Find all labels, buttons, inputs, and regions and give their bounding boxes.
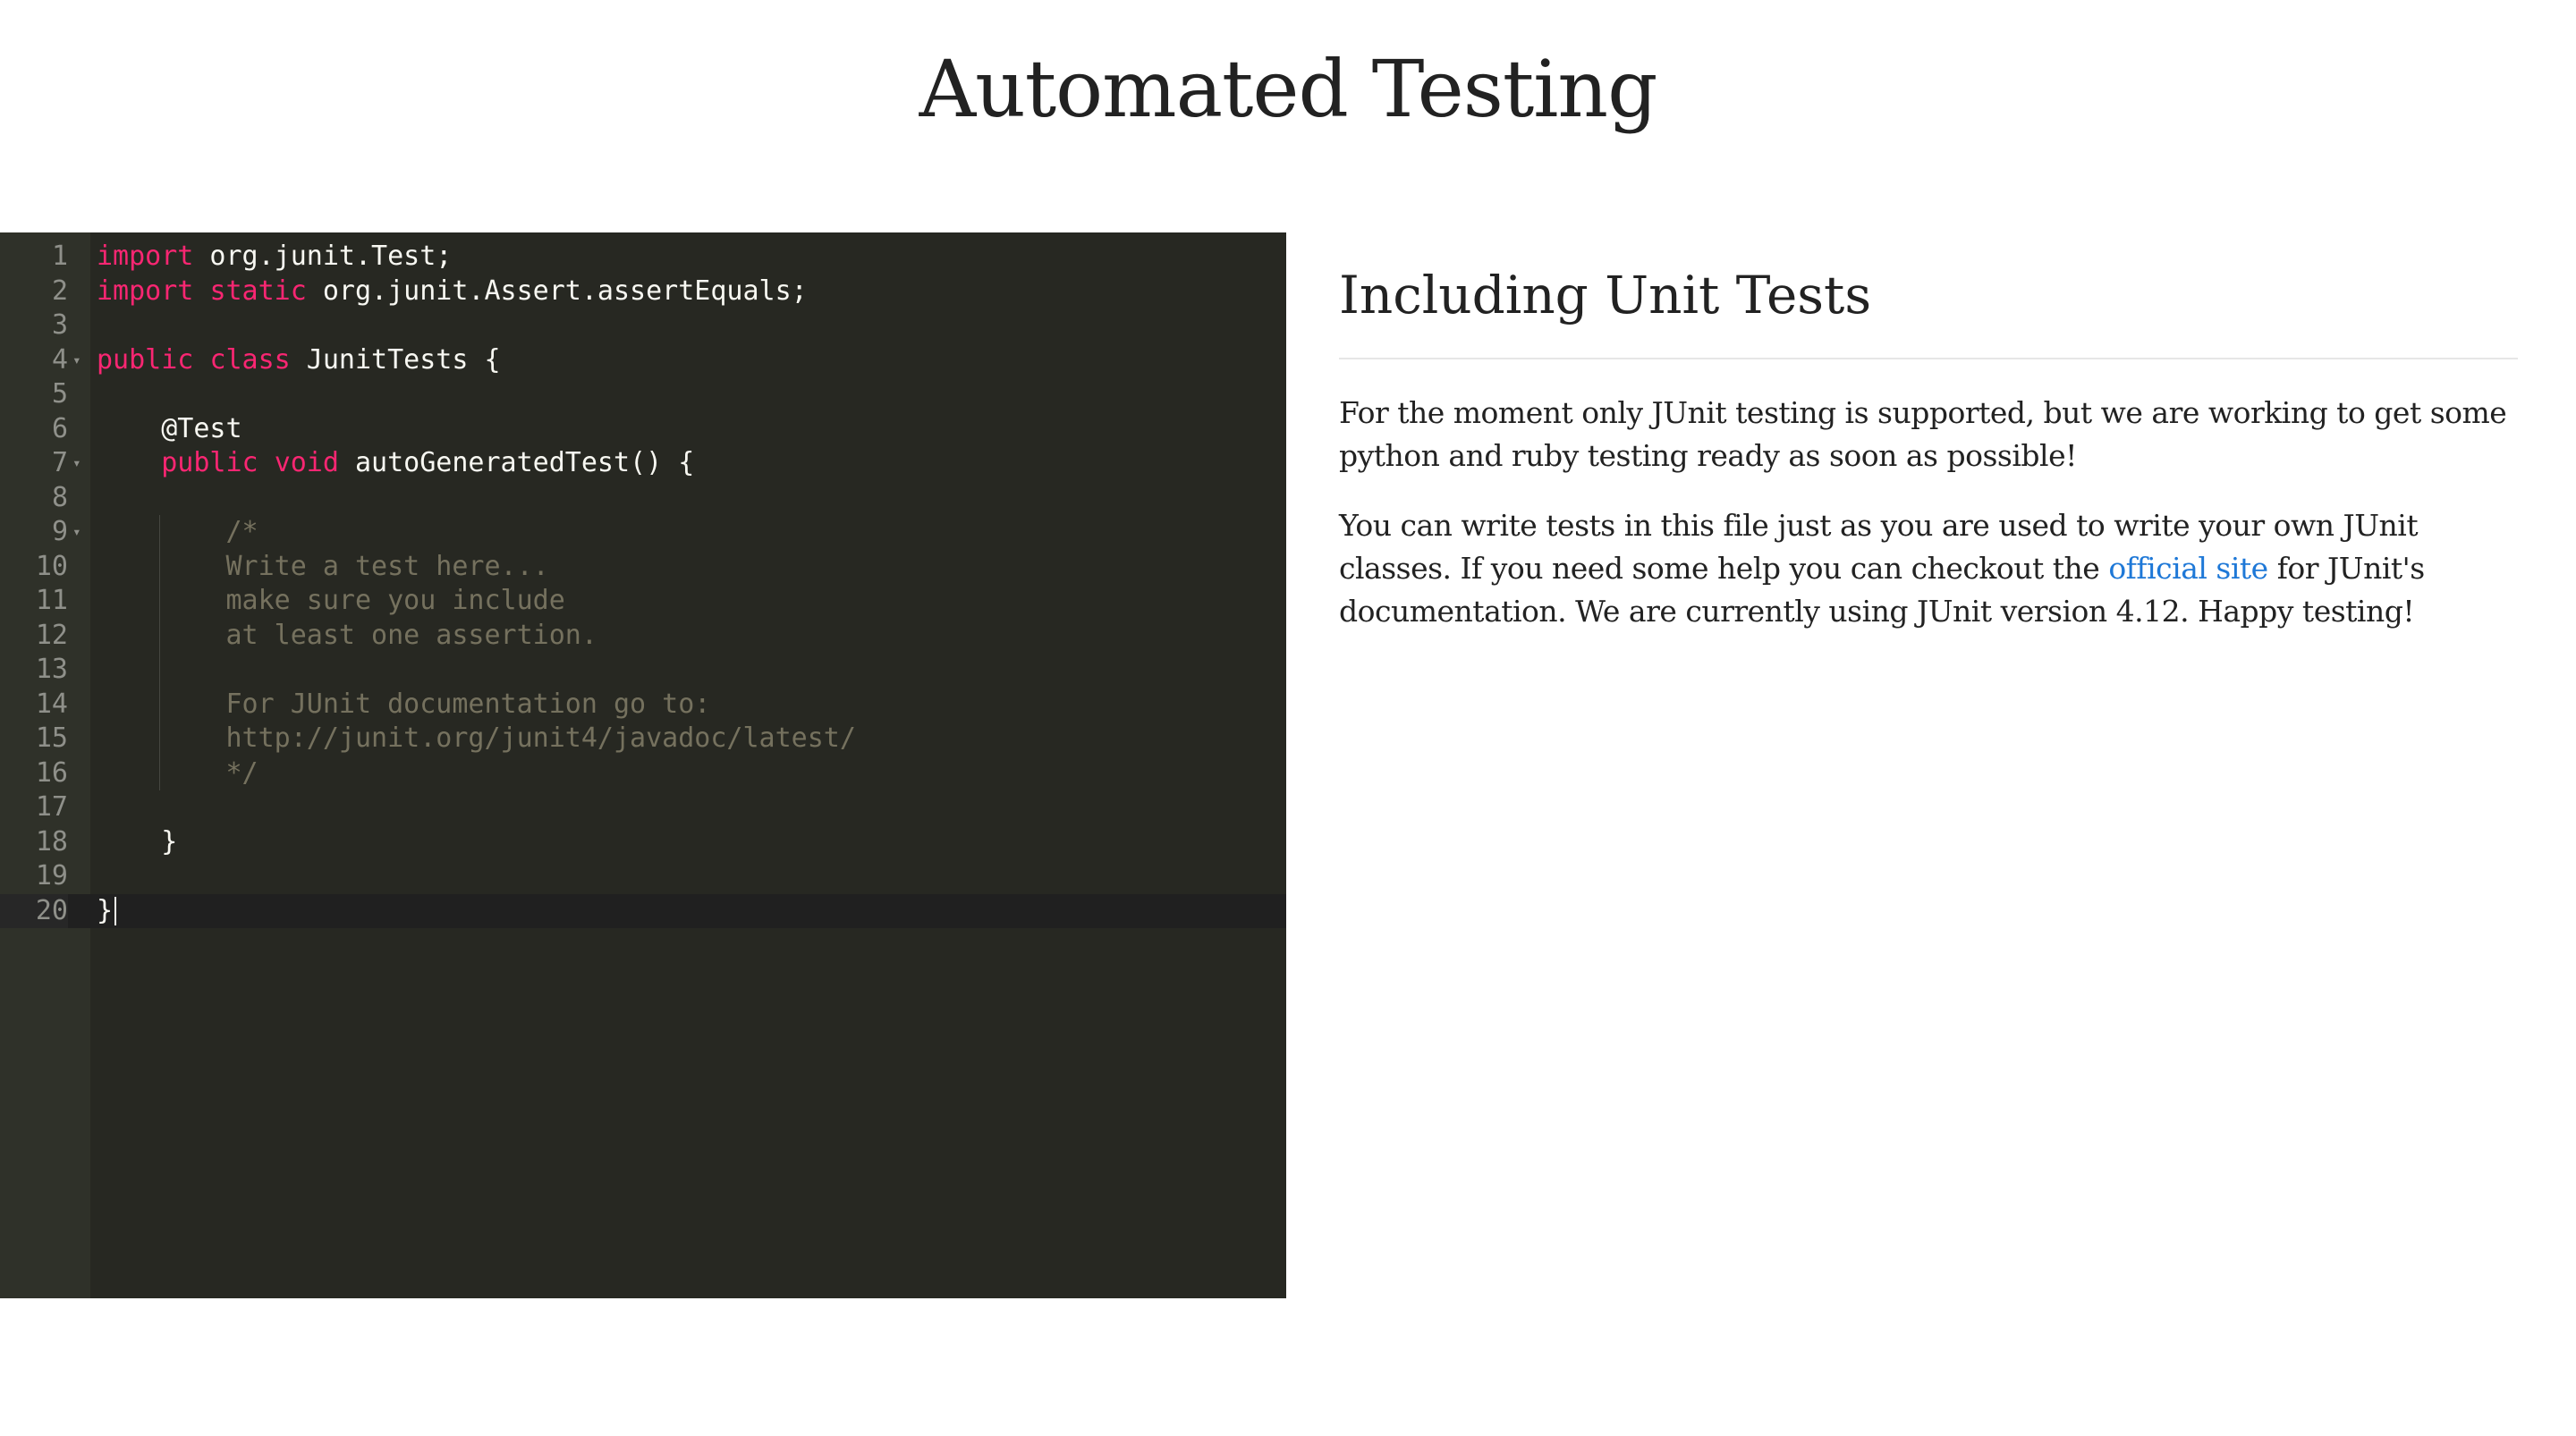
doc-paragraph-1: For the moment only JUnit testing is sup… (1339, 395, 2507, 473)
keyword-token: import (97, 241, 194, 272)
line-number: 13 (35, 654, 68, 685)
keyword-token: static (209, 275, 307, 307)
line-number: 9 (51, 516, 68, 547)
comment-token: Write a test here... (225, 550, 549, 582)
code-line[interactable]: 5 (0, 377, 1286, 411)
code-text: public void autoGeneratedTest() { (97, 446, 694, 480)
indent-guide (159, 515, 161, 790)
code-line[interactable]: 10 Write a test here... (0, 550, 1286, 584)
code-text: } (97, 894, 113, 928)
line-number: 8 (51, 481, 68, 513)
line-number: 2 (51, 275, 68, 307)
comment-token: make sure you include (225, 585, 565, 616)
code-line[interactable]: 16 */ (0, 756, 1286, 790)
line-number: 20 (0, 893, 68, 928)
line-number: 11 (35, 585, 68, 616)
line-number: 5 (51, 378, 68, 410)
code-line[interactable]: 1 import org.junit.Test; (0, 240, 1286, 274)
code-line[interactable]: 4 ▾ public class JunitTests { (0, 343, 1286, 377)
code-line[interactable]: 11 make sure you include (0, 584, 1286, 618)
keyword-token: class (209, 343, 291, 376)
documentation-panel: Including Unit Tests For the moment only… (1339, 259, 2518, 633)
text-token: autoGeneratedTest() { (338, 447, 695, 478)
code-text: make sure you include (97, 584, 565, 618)
code-text: @Test (97, 412, 242, 446)
doc-paragraph-2: You can write tests in this file just as… (1339, 504, 2518, 633)
comment-token: at least one assertion. (225, 619, 597, 651)
code-editor[interactable]: 1 import org.junit.Test; 2 import static or… (0, 232, 1286, 1298)
code-text: For JUnit documentation go to: (97, 688, 711, 722)
comment-token: http://junit.org/junit4/javadoc/latest/ (225, 722, 856, 754)
fold-arrow-icon[interactable]: ▾ (72, 446, 85, 480)
text-token: JunitTests { (290, 343, 501, 376)
code-text: public class JunitTests { (97, 343, 501, 377)
text-token: } (97, 825, 178, 857)
text-cursor (114, 896, 117, 925)
fold-arrow-icon[interactable]: ▾ (72, 515, 85, 549)
code-text: import static org.junit.Assert.assertEqu… (97, 275, 808, 308)
code-line[interactable]: 9 ▾ /* (0, 515, 1286, 549)
code-line[interactable]: 18 } (0, 825, 1286, 859)
keyword-token: public (161, 447, 258, 478)
official-site-link[interactable]: official site (2108, 551, 2268, 586)
code-line[interactable]: 20} (0, 893, 1286, 928)
keyword-token: void (274, 447, 339, 478)
code-line[interactable]: 3 (0, 308, 1286, 342)
line-number: 18 (35, 825, 68, 857)
text-token: org.junit.Assert.assertEquals; (306, 275, 808, 307)
line-number: 6 (51, 412, 68, 444)
line-number: 10 (35, 550, 68, 582)
comment-token: /* (225, 516, 258, 547)
line-number: 17 (35, 791, 68, 823)
line-number: 1 (51, 241, 68, 272)
line-number: 3 (51, 309, 68, 341)
page-title: Automated Testing (919, 43, 1658, 135)
line-number: 7 (51, 447, 68, 478)
text-token: } (97, 894, 114, 926)
code-line[interactable]: 17 (0, 790, 1286, 824)
code-line[interactable]: 13 (0, 653, 1286, 687)
code-text: */ (97, 756, 258, 790)
line-number: 12 (35, 619, 68, 651)
text-token: @Test (97, 412, 242, 444)
text-token: org.junit.Test; (193, 241, 453, 272)
comment-token: */ (225, 756, 258, 789)
code-text: /* (97, 515, 258, 549)
code-line[interactable]: 19 (0, 859, 1286, 893)
comment-token: For JUnit documentation go to: (225, 688, 711, 720)
code-line[interactable]: 15 http://junit.org/junit4/javadoc/lates… (0, 722, 1286, 756)
code-line[interactable]: 2 import static org.junit.Assert.assertEq… (0, 275, 1286, 308)
code-line[interactable]: 7 ▾ public void autoGeneratedTest() { (0, 446, 1286, 480)
doc-heading: Including Unit Tests (1339, 259, 2518, 359)
keyword-token: import (97, 275, 194, 307)
line-number: 14 (35, 688, 68, 720)
fold-arrow-icon[interactable]: ▾ (72, 343, 85, 377)
line-number: 19 (35, 860, 68, 891)
code-text: at least one assertion. (97, 619, 597, 653)
code-line[interactable]: 6 @Test (0, 412, 1286, 446)
code-text: import org.junit.Test; (97, 240, 452, 274)
line-number: 15 (35, 722, 68, 754)
code-line[interactable]: 12 at least one assertion. (0, 619, 1286, 653)
code-text: http://junit.org/junit4/javadoc/latest/ (97, 722, 856, 756)
code-line[interactable]: 14 For JUnit documentation go to: (0, 688, 1286, 722)
code-line[interactable]: 8 (0, 481, 1286, 515)
code-text: } (97, 825, 177, 859)
line-number: 16 (35, 756, 68, 789)
line-number: 4 (51, 343, 68, 376)
code-text: Write a test here... (97, 550, 549, 584)
keyword-token: public (97, 343, 194, 376)
